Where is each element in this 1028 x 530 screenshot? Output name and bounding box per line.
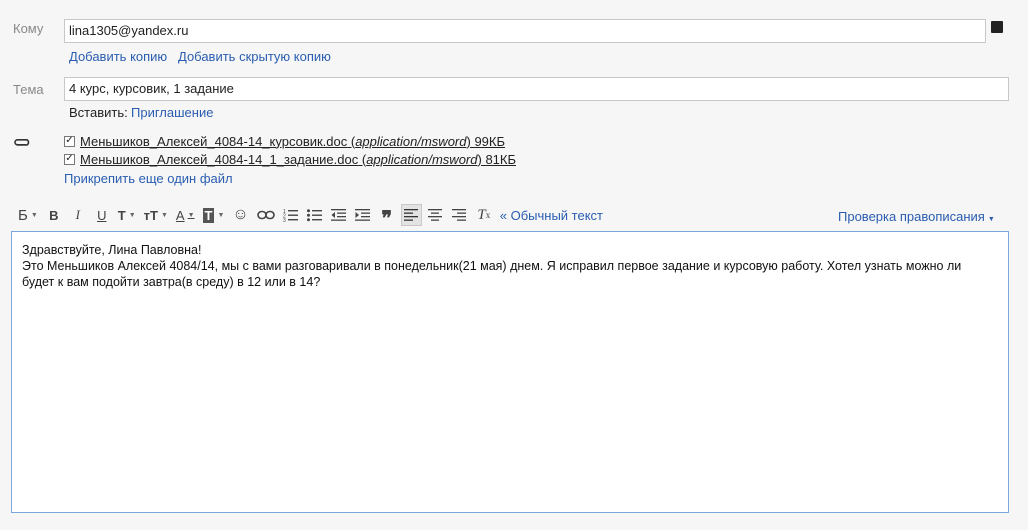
attachment-item: ✓ Меньшиков_Алексей_4084-14_1_задание.do… (64, 150, 516, 168)
formatting-toolbar: Б ▼ B I U T ▼ тT ▼ A ▼ T ▼ ☺ 123 ❞ Tx « Обычн… (16, 203, 603, 229)
body-line: будет к вам подойти завтра(в среду) в 12… (22, 275, 321, 289)
highlight-button[interactable]: T ▼ (201, 204, 227, 226)
body-line: Здравствуйте, Лина Павловна! (22, 243, 202, 257)
quote-icon[interactable]: ❞ (377, 204, 397, 229)
subject-label: Тема (13, 82, 44, 97)
to-label: Кому (13, 21, 44, 36)
paperclip-icon (14, 135, 32, 152)
align-center-icon[interactable] (426, 204, 446, 226)
font-style-button[interactable]: Б ▼ (16, 204, 40, 226)
svg-text:3: 3 (283, 218, 286, 222)
invitation-link[interactable]: Приглашение (131, 105, 213, 120)
italic-button[interactable]: I (68, 204, 88, 226)
message-body-editor[interactable]: Здравствуйте, Лина Павловна! Это Меньшик… (11, 231, 1009, 513)
plain-text-link[interactable]: « Обычный текст (500, 208, 603, 223)
attachment-checkbox[interactable]: ✓ (64, 153, 75, 165)
emoticon-icon[interactable]: ☺ (230, 204, 250, 226)
subject-input[interactable]: 4 курс, курсовик, 1 задание (64, 77, 1009, 101)
indent-icon[interactable] (353, 204, 373, 226)
add-cc-link[interactable]: Добавить копию (69, 49, 167, 64)
numbered-list-icon[interactable]: 123 (281, 204, 301, 226)
insert-label: Вставить: (69, 105, 128, 120)
attachment-link[interactable]: Меньшиков_Алексей_4084-14_курсовик.doc (… (80, 134, 505, 149)
font-button[interactable]: T ▼ (116, 204, 138, 226)
underline-button[interactable]: U (92, 204, 112, 226)
spellcheck-button[interactable]: Проверка правописания ▼ (838, 209, 995, 224)
attachment-list: ✓ Меньшиков_Алексей_4084-14_курсовик.doc… (64, 132, 516, 168)
to-input[interactable]: lina1305@yandex.ru (64, 19, 986, 43)
bulleted-list-icon[interactable] (305, 204, 325, 226)
align-right-icon[interactable] (450, 204, 470, 226)
popout-icon[interactable] (991, 21, 1003, 33)
attach-more-link[interactable]: Прикрепить еще один файл (64, 171, 233, 186)
outdent-icon[interactable] (329, 204, 349, 226)
align-left-icon[interactable] (400, 204, 422, 226)
text-color-button[interactable]: A ▼ (174, 204, 197, 226)
add-bcc-link[interactable]: Добавить скрытую копию (178, 49, 331, 64)
attachment-checkbox[interactable]: ✓ (64, 135, 75, 147)
body-line: Это Меньшиков Алексей 4084/14, мы с вами… (22, 259, 962, 273)
remove-formatting-icon[interactable]: Tx (474, 204, 494, 226)
bold-button[interactable]: B (44, 204, 64, 226)
link-icon[interactable] (255, 204, 277, 226)
font-size-button[interactable]: тT ▼ (142, 204, 170, 226)
attachment-link[interactable]: Меньшиков_Алексей_4084-14_1_задание.doc … (80, 152, 516, 167)
attachment-item: ✓ Меньшиков_Алексей_4084-14_курсовик.doc… (64, 132, 516, 150)
